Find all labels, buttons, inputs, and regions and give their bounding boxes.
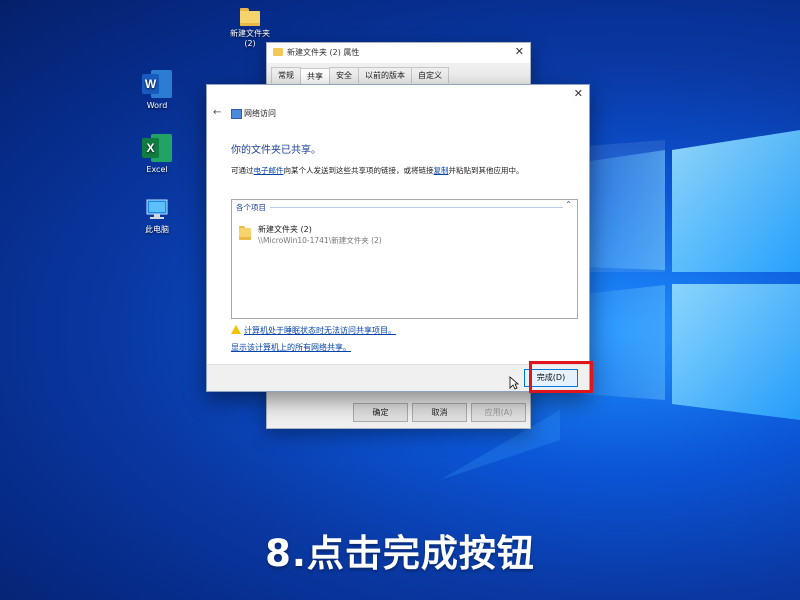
dialog-description: 可通过电子邮件向某个人发送到这些共享项的链接，或将链接复制并粘贴到其他应用中。 [231, 165, 524, 176]
email-link[interactable]: 电子邮件 [254, 166, 284, 175]
desktop-excel-item[interactable]: X Excel [125, 134, 189, 175]
folder-icon [273, 48, 283, 56]
tab-customize[interactable]: 自定义 [411, 67, 449, 83]
sleep-warning: 计算机处于睡眠状态时无法访问共享项目。 [231, 325, 396, 336]
group-label: 各个项目 [236, 203, 266, 212]
copy-link[interactable]: 复制 [434, 166, 449, 175]
desktop-word-label: Word [146, 101, 168, 110]
show-all-shares: 显示该计算机上的所有网络共享。 [231, 342, 351, 353]
warning-icon [231, 325, 241, 334]
desktop-thispc-item[interactable]: 此电脑 [125, 198, 189, 235]
folder-icon [239, 8, 261, 26]
tab-general[interactable]: 常规 [271, 67, 301, 83]
desktop-excel-label: Excel [146, 165, 168, 174]
desktop-word-item[interactable]: W Word [125, 70, 189, 111]
network-access-dialog: ✕ ← 网络访问 你的文件夹已共享。 可通过电子邮件向某个人发送到这些共享项的链… [206, 84, 590, 392]
shared-item-name[interactable]: 新建文件夹 (2) [258, 224, 312, 235]
folder-icon [238, 226, 252, 240]
shared-item-path: \\MicroWin10-1741\新建文件夹 (2) [258, 236, 382, 245]
desc-text-3: 并粘贴到其他应用中。 [448, 166, 524, 175]
show-all-shares-link[interactable]: 显示该计算机上的所有网络共享。 [231, 343, 351, 352]
excel-icon: X [142, 134, 172, 162]
tab-previous-versions[interactable]: 以前的版本 [358, 67, 412, 83]
word-icon: W [142, 70, 172, 98]
apply-button[interactable]: 应用(A) [471, 403, 526, 422]
finish-button-highlight [529, 361, 593, 393]
this-pc-icon [146, 199, 168, 219]
dialog-nav-title: 网络访问 [244, 109, 276, 118]
desktop-folder-label: 新建文件夹 [230, 29, 270, 38]
tab-security[interactable]: 安全 [329, 67, 359, 83]
back-arrow-icon[interactable]: ← [213, 107, 221, 118]
tutorial-caption: 8.点击完成按钮 [265, 532, 535, 575]
group-divider [270, 207, 563, 208]
desc-text-2: 向某个人发送到这些共享项的链接，或将链接 [283, 166, 434, 175]
mouse-pointer-icon [509, 376, 519, 390]
shared-items-list: 各个项目 ⌃ 新建文件夹 (2) \\MicroWin10-1741\新建文件夹… [231, 199, 578, 319]
desktop-thispc-label: 此电脑 [145, 225, 169, 234]
ok-button[interactable]: 确定 [353, 403, 408, 422]
desc-text-1: 可通过 [231, 166, 254, 175]
network-icon [231, 109, 242, 119]
chevron-up-icon[interactable]: ⌃ [565, 200, 572, 209]
close-icon[interactable]: ✕ [515, 45, 524, 58]
cancel-button[interactable]: 取消 [412, 403, 467, 422]
properties-tabs: 常规 共享 安全 以前的版本 自定义 [271, 67, 449, 84]
properties-titlebar[interactable]: 新建文件夹 (2) 属性 ✕ [267, 43, 530, 63]
tab-sharing[interactable]: 共享 [300, 68, 330, 84]
properties-title: 新建文件夹 (2) 属性 [287, 48, 360, 57]
dialog-heading: 你的文件夹已共享。 [231, 145, 321, 156]
sleep-warning-link[interactable]: 计算机处于睡眠状态时无法访问共享项目。 [244, 326, 396, 335]
close-icon[interactable]: ✕ [574, 87, 583, 100]
